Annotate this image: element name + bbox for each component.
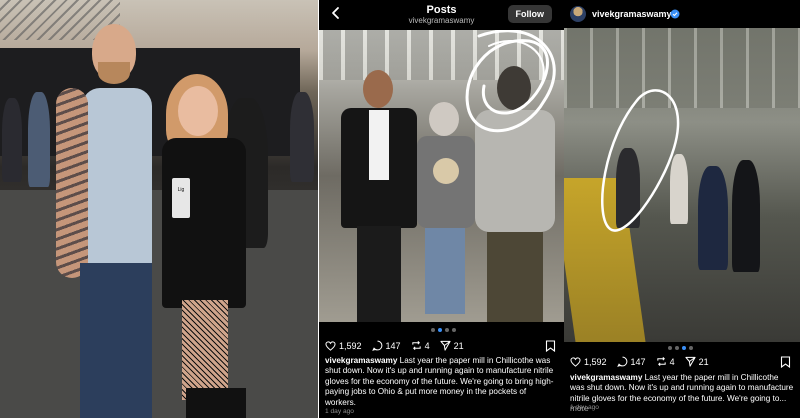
instagram-feed-post-panel: vivekgramaswamy 1,592 147 4 21 vivekgram… xyxy=(564,0,800,418)
carousel-dot xyxy=(675,346,679,350)
shirt-graphic xyxy=(433,158,459,184)
post-header: Posts vivekgramaswamy Follow xyxy=(319,0,564,30)
walking-group xyxy=(616,136,766,286)
carousel-dot-active xyxy=(438,328,442,332)
repost-action[interactable]: 4 xyxy=(656,356,675,367)
crowd-person xyxy=(290,92,314,182)
repost-icon xyxy=(656,357,666,366)
like-action[interactable]: 1,592 xyxy=(325,341,362,351)
avatar[interactable] xyxy=(570,6,586,22)
post-caption: vivekgramaswamy Last year the paper mill… xyxy=(325,356,558,408)
photo-concert: Lig xyxy=(0,0,318,418)
post-timestamp: 1 day ago xyxy=(570,404,599,411)
carousel-dot xyxy=(668,346,672,350)
carousel-dots xyxy=(668,346,693,350)
t-shirt xyxy=(475,110,555,232)
man-in-tank-top xyxy=(56,18,170,418)
woman-in-black: Lig xyxy=(158,70,258,418)
heart-icon xyxy=(325,340,336,351)
suit-pants xyxy=(357,226,401,322)
repost-count: 4 xyxy=(424,340,430,351)
share-icon xyxy=(439,340,451,351)
bookmark-icon[interactable] xyxy=(780,356,791,368)
walker xyxy=(616,148,640,228)
jeans xyxy=(80,263,152,418)
post-photo-factory-walk[interactable] xyxy=(564,28,800,342)
comment-action[interactable]: 147 xyxy=(616,356,646,367)
feed-post-header: vivekgramaswamy xyxy=(564,0,800,28)
beard xyxy=(98,62,130,84)
share-action[interactable]: 21 xyxy=(684,356,709,367)
caption-username[interactable]: vivekgramaswamy xyxy=(325,356,397,365)
carousel-dot xyxy=(445,328,449,332)
carousel-dot xyxy=(431,328,435,332)
tank-top xyxy=(82,88,152,268)
beer-can: Lig xyxy=(172,178,190,218)
carousel-dot xyxy=(452,328,456,332)
share-action[interactable]: 21 xyxy=(439,340,464,351)
repost-icon xyxy=(411,341,421,350)
black-dress xyxy=(162,138,246,308)
face xyxy=(178,86,218,136)
caption-username[interactable]: vivekgramaswamy xyxy=(570,373,642,382)
bookmark-icon[interactable] xyxy=(545,340,556,352)
crowd-person xyxy=(2,98,22,182)
white-shirt xyxy=(369,110,389,180)
post-actions: 1,592 147 4 21 xyxy=(325,340,464,351)
like-count: 1,592 xyxy=(584,356,607,367)
post-caption: vivekgramaswamy Last year the paper mill… xyxy=(570,373,794,415)
post-actions: 1,592 147 4 21 xyxy=(570,356,709,367)
verified-icon xyxy=(670,9,680,19)
boots xyxy=(186,388,246,418)
post-photo-factory-group[interactable] xyxy=(319,29,564,322)
man-in-suit xyxy=(331,70,423,322)
jeans xyxy=(425,228,465,314)
repost-action[interactable]: 4 xyxy=(411,340,430,351)
comment-count: 147 xyxy=(385,340,401,351)
share-count: 21 xyxy=(698,356,709,367)
head xyxy=(363,70,393,108)
can-text: Lig xyxy=(177,187,185,193)
comment-count: 147 xyxy=(630,356,646,367)
carousel-dot xyxy=(689,346,693,350)
post-timestamp: 1 day ago xyxy=(325,408,354,415)
fishnet-legs xyxy=(182,300,228,400)
instagram-post-panel: Posts vivekgramaswamy Follow 1,592 147 4… xyxy=(319,0,564,418)
head xyxy=(429,102,459,136)
walker xyxy=(670,154,688,224)
comment-action[interactable]: 147 xyxy=(371,340,401,351)
tattooed-arm xyxy=(56,88,88,278)
walker xyxy=(732,160,760,272)
heart-icon xyxy=(570,356,581,367)
comment-icon xyxy=(371,340,382,351)
comment-icon xyxy=(616,356,627,367)
man-in-t-shirt xyxy=(469,66,559,322)
share-icon xyxy=(684,356,696,367)
walker xyxy=(698,166,728,270)
follow-button[interactable]: Follow xyxy=(507,5,552,23)
carousel-dots xyxy=(431,328,456,332)
share-count: 21 xyxy=(453,340,464,351)
like-action[interactable]: 1,592 xyxy=(570,357,607,367)
carousel-dot-active xyxy=(682,346,686,350)
pants xyxy=(487,232,543,322)
header-username[interactable]: vivekgramaswamy xyxy=(592,9,672,19)
ceiling-beams xyxy=(564,28,800,108)
head-cap xyxy=(497,66,531,110)
woman-in-grey-shirt xyxy=(415,102,477,322)
crowd-person xyxy=(28,92,50,187)
like-count: 1,592 xyxy=(339,340,362,351)
repost-count: 4 xyxy=(669,356,675,367)
